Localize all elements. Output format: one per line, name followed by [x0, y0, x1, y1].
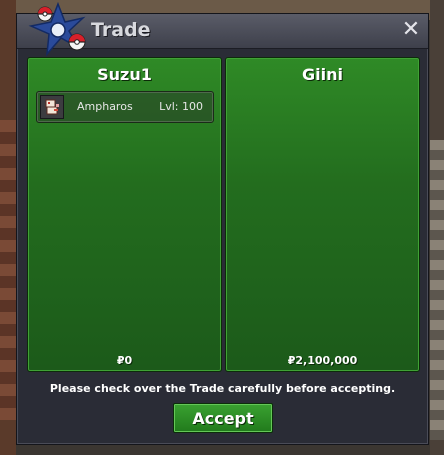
background-wall-left [0, 120, 16, 420]
trade-panel-self: Suzu1 Ampharos Lvl: 100 ₽0 [27, 57, 222, 372]
trade-notice: Please check over the Trade carefully be… [49, 382, 396, 395]
window-title: Trade [91, 19, 151, 41]
money-offer: ₽2,100,000 [287, 354, 358, 367]
accept-button[interactable]: Accept [173, 403, 273, 433]
pokeball-logo-icon [28, 1, 86, 57]
pokemon-name: Ampharos [77, 100, 133, 113]
background-wall-right [430, 140, 444, 440]
close-icon[interactable]: ✕ [400, 18, 422, 42]
trade-item[interactable]: Ampharos Lvl: 100 [36, 91, 214, 123]
pokemon-sprite-icon [40, 95, 64, 119]
player-name: Giini [302, 65, 343, 84]
trade-window: Trade ✕ Suzu1 Ampharos Lvl: 100 ₽0 Giini… [16, 1, 429, 445]
player-name: Suzu1 [97, 65, 152, 84]
money-offer: ₽0 [116, 354, 133, 367]
trade-panel-partner: Giini ₽2,100,000 [225, 57, 420, 372]
pokemon-level: Lvl: 100 [159, 100, 203, 113]
